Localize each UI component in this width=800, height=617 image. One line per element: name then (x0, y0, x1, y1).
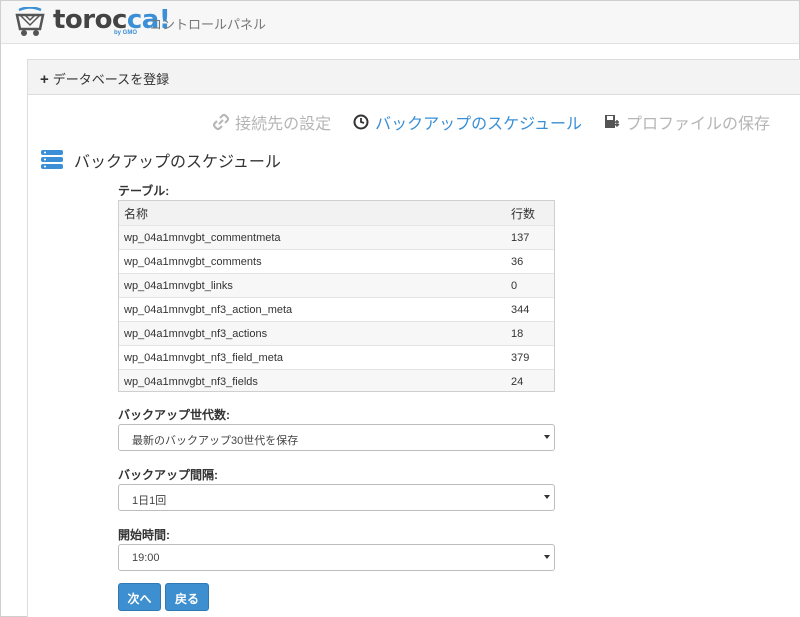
table-list[interactable]: 名称 行数 wp_04a1mnvgbt_commentmeta 137 wp_0… (118, 200, 555, 392)
step-schedule[interactable]: バックアップのスケジュール (353, 110, 582, 134)
logo-sub: by GMO (114, 30, 138, 36)
row-count-cell: 24 (511, 375, 524, 388)
database-icon (41, 150, 63, 169)
start-time-select[interactable]: 19:00 (118, 544, 555, 571)
row-count-cell: 379 (511, 351, 530, 364)
panel-title: データベースを登録 (52, 72, 170, 87)
app-title: コントロールパネル (149, 17, 267, 32)
table-row[interactable]: wp_04a1mnvgbt_comments 36 (119, 250, 554, 274)
column-name-header: 名称 (124, 206, 149, 221)
link-icon (213, 114, 230, 130)
table-name-cell: wp_04a1mnvgbt_nf3_action_meta (124, 303, 293, 316)
step-label: 接続先の設定 (235, 116, 332, 133)
chevron-down-icon (544, 495, 550, 499)
table-header: 名称 行数 (119, 201, 554, 226)
next-button[interactable]: 次へ (118, 583, 161, 611)
row-count-cell: 36 (511, 255, 524, 268)
table-row[interactable]: wp_04a1mnvgbt_nf3_field_meta 379 (119, 346, 554, 370)
generations-select[interactable]: 最新のバックアップ30世代を保存 (118, 424, 555, 451)
column-rows-header: 行数 (511, 206, 536, 221)
start-time-value: 19:00 (132, 552, 160, 564)
step-label: プロファイルの保存 (625, 116, 770, 133)
row-count-cell: 18 (511, 327, 524, 340)
table-name-cell: wp_04a1mnvgbt_nf3_actions (124, 327, 268, 340)
panel-header: + データベースを登録 (28, 60, 800, 95)
table-name-cell: wp_04a1mnvgbt_nf3_fields (124, 375, 258, 388)
chevron-down-icon (544, 435, 550, 439)
generations-label: バックアップ世代数: (118, 408, 230, 422)
interval-value: 1日1回 (132, 495, 167, 507)
table-name-cell: wp_04a1mnvgbt_comments (124, 255, 262, 268)
minecart-logo-icon (15, 7, 45, 36)
table-row[interactable]: wp_04a1mnvgbt_links 0 (119, 274, 554, 298)
table-row[interactable]: wp_04a1mnvgbt_nf3_actions 18 (119, 322, 554, 346)
table-name-cell: wp_04a1mnvgbt_commentmeta (124, 231, 281, 244)
top-bar: torocca! by GMO コントロールパネル (1, 1, 799, 44)
chevron-down-icon (544, 555, 550, 559)
table-row[interactable]: wp_04a1mnvgbt_nf3_fields 24 (119, 370, 554, 391)
clock-icon (353, 114, 369, 130)
interval-select[interactable]: 1日1回 (118, 484, 555, 511)
row-count-cell: 0 (511, 279, 518, 292)
back-button[interactable]: 戻る (165, 583, 209, 611)
generations-value: 最新のバックアップ30世代を保存 (132, 435, 299, 447)
save-icon (604, 115, 620, 128)
table-name-cell: wp_04a1mnvgbt_links (124, 279, 233, 292)
main-panel: + データベースを登録 接続先の設定 バックアップのスケジュール プロファイルの保… (27, 59, 800, 617)
table-label: テーブル: (118, 184, 170, 198)
wizard-steps: 接続先の設定 バックアップのスケジュール プロファイルの保存 (213, 110, 770, 134)
row-count-cell: 344 (511, 303, 530, 316)
table-name-cell: wp_04a1mnvgbt_nf3_field_meta (124, 351, 284, 364)
table-row[interactable]: wp_04a1mnvgbt_nf3_action_meta 344 (119, 298, 554, 322)
section-title: バックアップのスケジュール (40, 148, 281, 172)
table-row[interactable]: wp_04a1mnvgbt_commentmeta 137 (119, 226, 554, 250)
row-count-cell: 137 (511, 231, 530, 244)
plus-icon: + (40, 71, 49, 88)
interval-label: バックアップ間隔: (118, 468, 218, 482)
start-time-label: 開始時間: (118, 528, 170, 542)
step-label: バックアップのスケジュール (375, 116, 582, 133)
step-connection[interactable]: 接続先の設定 (213, 110, 331, 134)
step-save-profile[interactable]: プロファイルの保存 (604, 110, 770, 134)
section-title-text: バックアップのスケジュール (74, 154, 281, 171)
